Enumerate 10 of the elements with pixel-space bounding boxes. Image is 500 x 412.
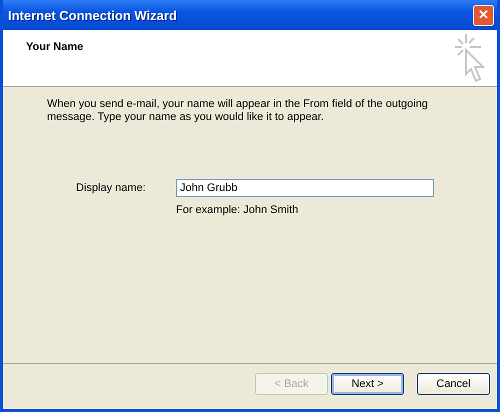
close-button[interactable]: ✕: [473, 4, 494, 26]
display-name-field[interactable]: John Grubb: [176, 179, 434, 197]
instruction-text: When you send e-mail, your name will appear in the From field of the outgoing message. Type your name as you would like it to appear.: [47, 98, 429, 124]
cursor-sparkle-icon: [455, 34, 487, 84]
field-label: Display name:: [76, 182, 147, 194]
wizard-button[interactable]: Cancel: [417, 372, 490, 394]
window-title: Internet Connection Wizard: [8, 8, 177, 22]
page-title: Your Name: [26, 41, 84, 55]
example-hint: For example: John Smith: [176, 204, 300, 216]
wizard-button[interactable]: Next >: [331, 372, 404, 394]
